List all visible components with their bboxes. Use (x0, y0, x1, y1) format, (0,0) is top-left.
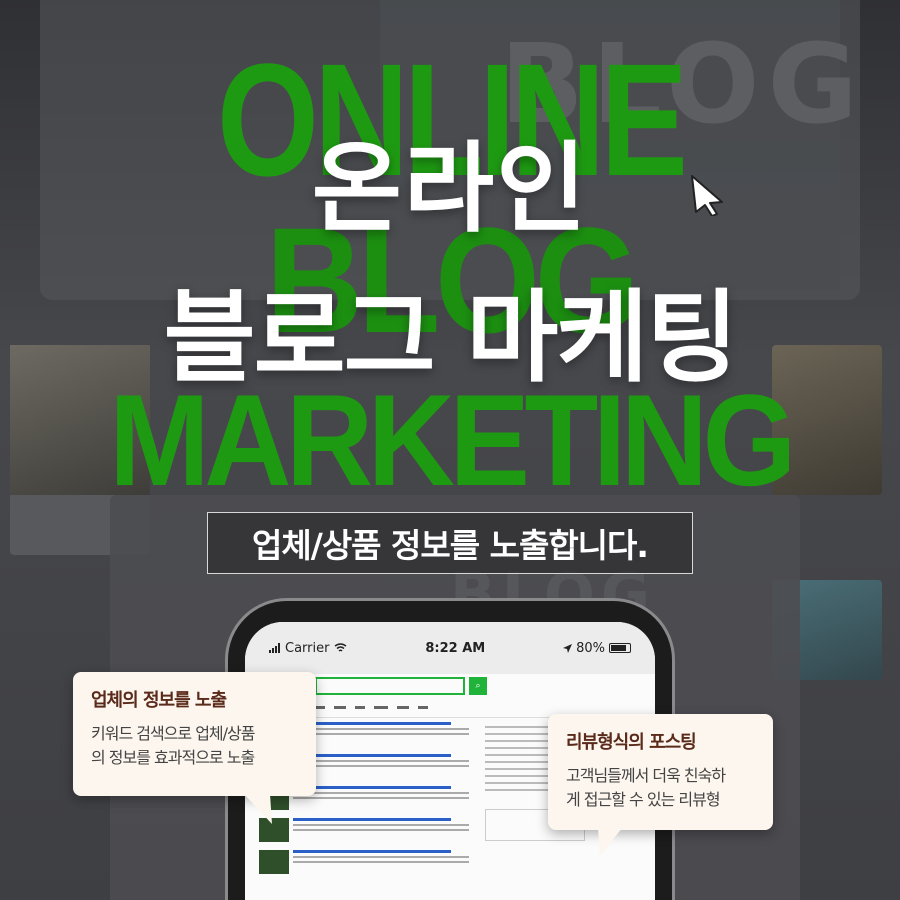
subtitle-box: 업체/상품 정보를 노출합니다. (207, 512, 693, 574)
result-thumbnail (259, 850, 289, 874)
headline-korean-blog-marketing: 블로그 마케팅 (163, 279, 739, 396)
carrier-group: Carrier (269, 641, 347, 656)
callout-exposure-line1: 키워드 검색으로 업체/상품 (91, 724, 255, 743)
search-input[interactable] (315, 677, 465, 695)
callout-review-title: 리뷰형식의 포스팅 (566, 732, 697, 753)
tab-placeholder[interactable] (334, 706, 346, 709)
callout-exposure: 업체의 정보를 노출 키워드 검색으로 업체/상품 의 정보를 효과적으로 노출 (73, 672, 316, 824)
callout-exposure-title: 업체의 정보를 노출 (91, 690, 227, 711)
battery-percent: 80% (576, 640, 605, 656)
battery-icon (608, 643, 631, 653)
cursor-arrow-icon (691, 175, 723, 216)
callout-review: 리뷰형식의 포스팅 고객님들께서 더욱 친숙하 게 접근할 수 있는 리뷰형 (548, 714, 773, 856)
battery-group: 80% (563, 641, 631, 656)
callout-review-line2: 게 접근할 수 있는 리뷰형 (566, 790, 721, 809)
headline-korean-online: 온라인 (311, 132, 589, 246)
wifi-icon (335, 643, 347, 652)
status-bar: Carrier 8:22 AM 80% (245, 622, 655, 674)
tab-placeholder[interactable] (374, 706, 388, 709)
search-icon[interactable]: ⌕ (469, 677, 487, 695)
callout-review-line1: 고객님들께서 더욱 친숙하 (566, 766, 726, 785)
tab-placeholder[interactable] (418, 706, 428, 709)
tab-placeholder[interactable] (397, 706, 409, 709)
location-arrow-icon (563, 643, 573, 653)
signal-bars-icon (269, 643, 280, 653)
subtitle-text: 업체/상품 정보를 노출합니다. (252, 526, 649, 565)
callout-exposure-line2: 의 정보를 효과적으로 노출 (91, 748, 255, 767)
tab-placeholder[interactable] (355, 706, 365, 709)
carrier-label: Carrier (285, 640, 330, 656)
tab-placeholder[interactable] (315, 706, 325, 709)
status-time: 8:22 AM (425, 640, 486, 656)
list-item[interactable] (259, 818, 469, 842)
list-item[interactable] (259, 850, 469, 874)
